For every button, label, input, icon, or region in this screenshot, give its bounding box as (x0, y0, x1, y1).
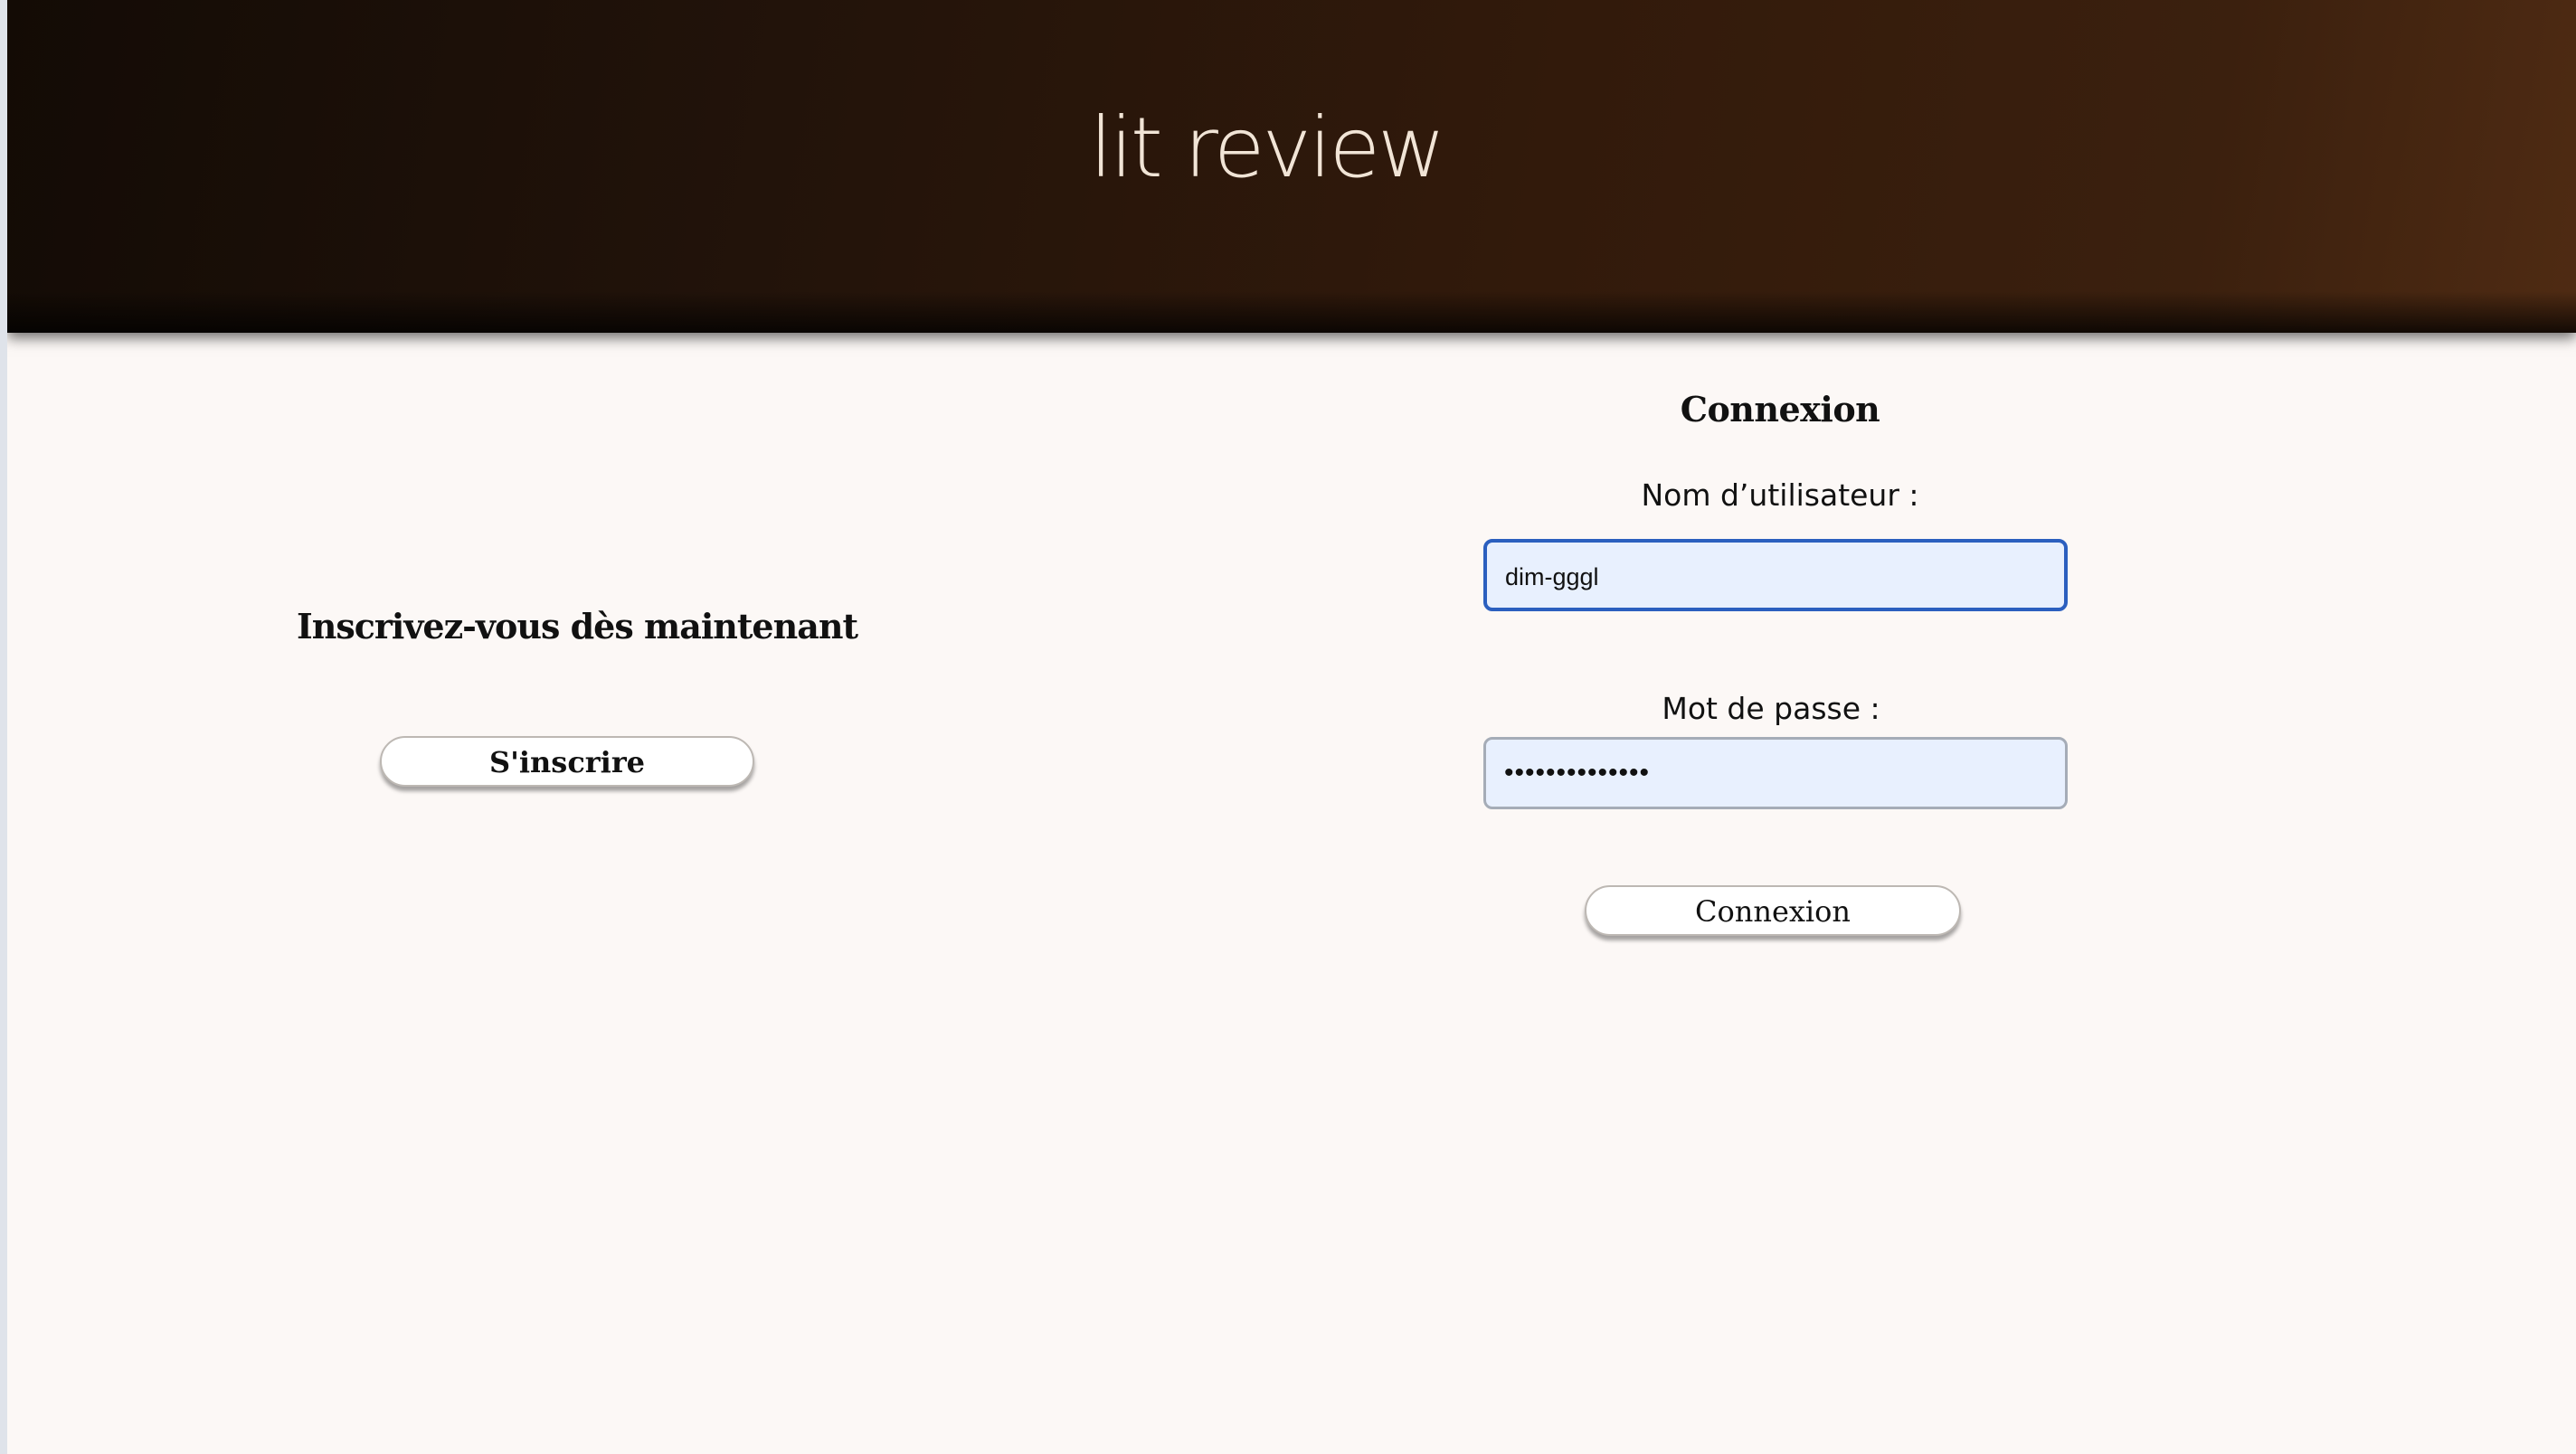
login-heading: Connexion (1680, 389, 1880, 430)
page: lit review Inscrivez-vous dès maintenant… (7, 0, 2576, 1454)
site-header: lit review (7, 0, 2576, 333)
username-input[interactable]: dim-gggl (1483, 539, 2068, 611)
signup-heading: Inscrivez-vous dès maintenant (296, 606, 858, 647)
password-label: Mot de passe : (1662, 691, 1880, 726)
app-title: lit review (1089, 99, 1446, 196)
password-input[interactable]: •••••••••••••• (1483, 737, 2068, 809)
username-label: Nom d’utilisateur : (1641, 477, 1919, 513)
signup-button[interactable]: S'inscrire (380, 736, 754, 787)
login-button[interactable]: Connexion (1585, 885, 1961, 936)
